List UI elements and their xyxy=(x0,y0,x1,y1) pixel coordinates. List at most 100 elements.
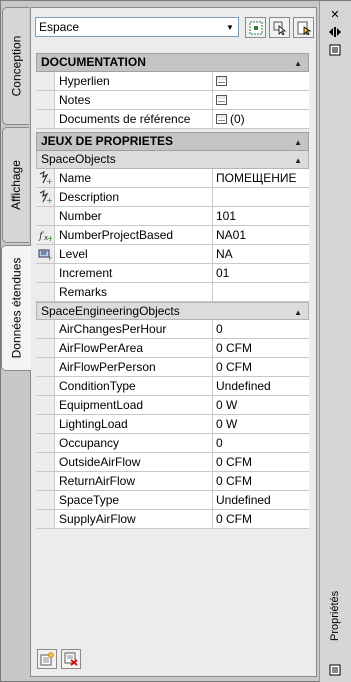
hyperlink-editor-icon[interactable] xyxy=(216,76,227,86)
property-value[interactable]: 0 xyxy=(213,434,309,452)
property-row[interactable]: Remarks xyxy=(36,283,309,302)
property-name: Documents de référence xyxy=(54,110,213,128)
properties-palette: Conception Affichage Données étendues Es… xyxy=(0,0,351,682)
style-select-value: Espace xyxy=(39,20,80,34)
collapse-icon[interactable]: ▲ xyxy=(294,134,302,151)
property-name: Number xyxy=(54,207,213,225)
reference-docs-count: (0) xyxy=(230,112,245,126)
cursor-select-icon xyxy=(273,21,286,35)
reference-docs-icon[interactable] xyxy=(216,114,227,124)
property-name: Description xyxy=(54,188,213,206)
tab-donnees-etendues-label: Données étendues xyxy=(9,257,24,359)
palette-settings-icon[interactable] xyxy=(328,663,342,677)
style-select[interactable]: Espace ▼ xyxy=(35,17,239,37)
property-value[interactable] xyxy=(213,283,309,301)
collapse-icon[interactable]: ▲ xyxy=(294,55,302,72)
remove-property-sets-button[interactable] xyxy=(61,649,81,669)
tab-affichage[interactable]: Affichage xyxy=(2,127,29,243)
property-row[interactable]: Documents de référence (0) xyxy=(36,110,309,129)
property-name: AirFlowPerPerson xyxy=(54,358,213,376)
property-name: OutsideAirFlow xyxy=(54,453,213,471)
property-value[interactable]: 0 CFM xyxy=(213,358,309,376)
property-row[interactable]: ReturnAirFlow 0 CFM xyxy=(36,472,309,491)
property-name: ConditionType xyxy=(54,377,213,395)
property-value[interactable]: 0 CFM xyxy=(213,453,309,471)
notes-editor-icon[interactable] xyxy=(216,95,227,105)
property-value[interactable]: 0 W xyxy=(213,396,309,414)
pickadd-icon xyxy=(297,21,311,35)
property-value[interactable]: 0 W xyxy=(213,415,309,433)
property-name: ReturnAirFlow xyxy=(54,472,213,490)
chevron-down-icon[interactable]: ▼ xyxy=(222,18,238,36)
property-row[interactable]: LightingLoad 0 W xyxy=(36,415,309,434)
property-row[interactable]: Number 101 xyxy=(36,207,309,226)
property-value[interactable]: NA01 xyxy=(213,226,309,244)
category-documentation[interactable]: DOCUMENTATION ▲ xyxy=(36,53,309,72)
palette-titlebar: ✕ Propriétés xyxy=(319,1,351,682)
subcategory-space-engineering[interactable]: SpaceEngineeringObjects ▲ xyxy=(36,302,309,320)
property-row[interactable]: OutsideAirFlow 0 CFM xyxy=(36,453,309,472)
property-value[interactable]: Undefined xyxy=(213,377,309,395)
tab-affichage-label: Affichage xyxy=(9,160,24,210)
property-row[interactable]: ConditionType Undefined xyxy=(36,377,309,396)
property-value[interactable]: 101 xyxy=(213,207,309,225)
svg-text:+: + xyxy=(46,196,52,204)
property-row[interactable]: EquipmentLoad 0 W xyxy=(36,396,309,415)
pickadd-button[interactable] xyxy=(293,17,314,38)
property-name: Notes xyxy=(54,91,213,109)
tab-conception-label: Conception xyxy=(9,35,23,97)
property-row[interactable]: + Level NA xyxy=(36,245,309,264)
property-row[interactable]: SupplyAirFlow 0 CFM xyxy=(36,510,309,529)
property-row[interactable]: Occupancy 0 xyxy=(36,434,309,453)
quick-select-button[interactable] xyxy=(269,17,290,38)
property-row[interactable]: Notes xyxy=(36,91,309,110)
subcategory-space-engineering-title: SpaceEngineeringObjects xyxy=(41,304,180,318)
svg-text:+: + xyxy=(46,253,52,261)
property-value[interactable]: 0 xyxy=(213,320,309,338)
property-value[interactable]: 0 CFM xyxy=(213,339,309,357)
property-name: SpaceType xyxy=(54,491,213,509)
property-name: Hyperlien xyxy=(54,72,213,90)
property-name: Level xyxy=(54,245,213,263)
property-row[interactable]: AirFlowPerPerson 0 CFM xyxy=(36,358,309,377)
property-row[interactable]: SpaceType Undefined xyxy=(36,491,309,510)
property-name: NumberProjectBased xyxy=(54,226,213,244)
property-value[interactable]: 0 CFM xyxy=(213,510,309,528)
close-icon[interactable]: ✕ xyxy=(328,7,342,21)
property-name: Remarks xyxy=(54,283,213,301)
property-value[interactable]: Undefined xyxy=(213,491,309,509)
property-row[interactable]: + Name ПОМЕЩЕНИЕ xyxy=(36,169,309,188)
tab-conception[interactable]: Conception xyxy=(2,7,29,125)
property-row[interactable]: Hyperlien xyxy=(36,72,309,91)
collapse-icon[interactable]: ▲ xyxy=(294,152,302,169)
svg-text:+: + xyxy=(47,234,52,242)
select-object-button[interactable] xyxy=(245,17,266,38)
property-value[interactable]: 01 xyxy=(213,264,309,282)
select-grid-icon xyxy=(249,21,262,34)
collapse-icon[interactable]: ▲ xyxy=(294,304,302,321)
property-value[interactable] xyxy=(213,72,309,90)
tab-donnees-etendues[interactable]: Données étendues xyxy=(1,245,31,371)
property-value[interactable]: 0 CFM xyxy=(213,472,309,490)
property-value[interactable] xyxy=(213,188,309,206)
category-property-sets[interactable]: JEUX DE PROPRIETES ▲ xyxy=(36,132,309,151)
property-row[interactable]: AirFlowPerArea 0 CFM xyxy=(36,339,309,358)
property-row[interactable]: Increment 01 xyxy=(36,264,309,283)
property-name: Name xyxy=(54,169,213,187)
property-row[interactable]: f x + NumberProjectBased NA01 xyxy=(36,226,309,245)
property-value[interactable] xyxy=(213,91,309,109)
property-value[interactable]: ПОМЕЩЕНИЕ xyxy=(213,169,309,187)
add-property-sets-button[interactable] xyxy=(37,649,57,669)
add-property-set-icon xyxy=(40,652,54,666)
subcategory-space-objects[interactable]: SpaceObjects ▲ xyxy=(36,151,309,169)
category-documentation-title: DOCUMENTATION xyxy=(41,55,146,69)
property-value[interactable]: NA xyxy=(213,245,309,263)
property-value[interactable]: (0) xyxy=(213,110,309,128)
property-row[interactable]: + Description xyxy=(36,188,309,207)
location-property-icon: + xyxy=(36,245,54,263)
auto-hide-icon[interactable] xyxy=(328,25,342,39)
automatic-property-icon: + xyxy=(36,188,54,206)
properties-menu-icon[interactable] xyxy=(328,43,342,57)
svg-text:+: + xyxy=(46,177,52,185)
property-row[interactable]: AirChangesPerHour 0 xyxy=(36,320,309,339)
